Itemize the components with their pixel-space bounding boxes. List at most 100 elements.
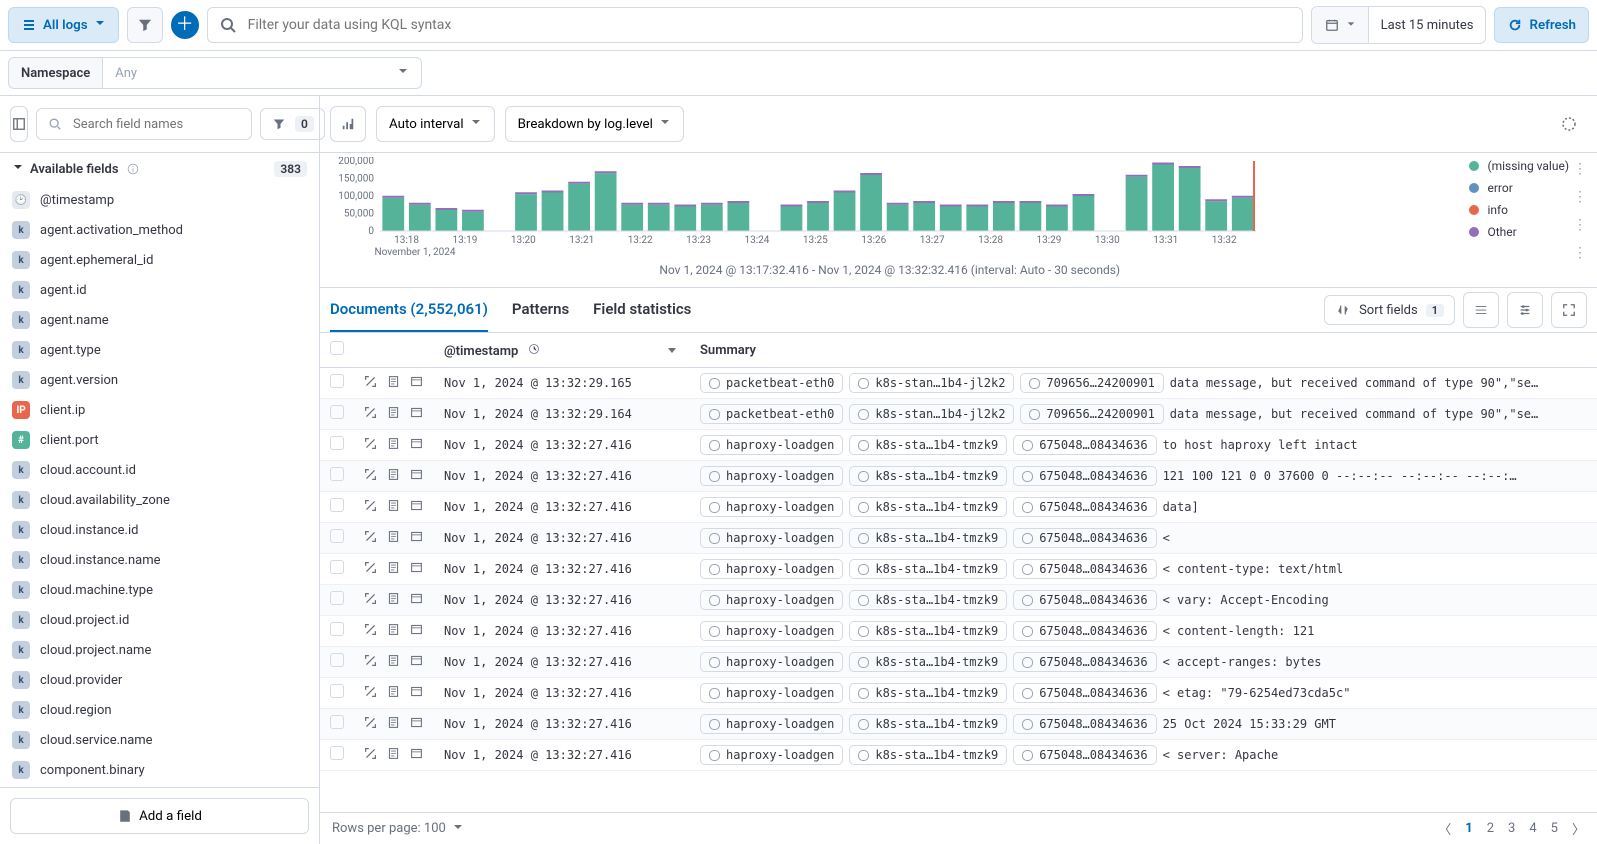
field-item[interactable]: kcloud.account.id bbox=[0, 455, 319, 485]
table-row[interactable]: Nov 1, 2024 @ 13:32:27.416 haproxy-loadg… bbox=[320, 523, 1597, 554]
chip-pod[interactable]: k8s-sta…1b4-tmzk9 bbox=[849, 714, 1007, 734]
chip-pod[interactable]: k8s-sta…1b4-tmzk9 bbox=[849, 652, 1007, 672]
legend-menu-icon[interactable]: ⋮ bbox=[1573, 161, 1587, 177]
expand-icon[interactable] bbox=[364, 499, 377, 516]
available-fields-header[interactable]: Available fields 383 bbox=[0, 153, 319, 185]
row-checkbox[interactable] bbox=[330, 374, 344, 388]
chip-pod[interactable]: k8s-sta…1b4-tmzk9 bbox=[849, 466, 1007, 486]
table-row[interactable]: Nov 1, 2024 @ 13:32:27.416 haproxy-loadg… bbox=[320, 492, 1597, 523]
legend-item[interactable]: error bbox=[1469, 181, 1569, 195]
chip-source[interactable]: haproxy-loadgen bbox=[700, 683, 843, 703]
expand-icon[interactable] bbox=[364, 468, 377, 485]
sort-fields-button[interactable]: Sort fields 1 bbox=[1324, 295, 1455, 325]
histogram-chart[interactable]: 050,000100,000150,000200,00013:1813:1913… bbox=[330, 153, 1449, 279]
legend-item[interactable]: (missing value) bbox=[1469, 159, 1569, 173]
chip-source[interactable]: haproxy-loadgen bbox=[700, 590, 843, 610]
doc-icon[interactable] bbox=[410, 499, 423, 516]
pager-prev[interactable]: 〈 bbox=[1438, 819, 1451, 838]
columns-button[interactable] bbox=[1507, 292, 1543, 328]
chip-id[interactable]: 675048…08434636 bbox=[1013, 497, 1156, 517]
select-all-checkbox[interactable] bbox=[330, 341, 344, 355]
doc-icon[interactable] bbox=[410, 375, 423, 392]
view-doc-icon[interactable] bbox=[387, 437, 400, 454]
pager-page[interactable]: 4 bbox=[1529, 821, 1536, 836]
chip-pod[interactable]: k8s-sta…1b4-tmzk9 bbox=[849, 435, 1007, 455]
field-item[interactable]: kcloud.provider bbox=[0, 665, 319, 695]
filter-button[interactable] bbox=[127, 7, 163, 43]
chip-id[interactable]: 675048…08434636 bbox=[1013, 745, 1156, 765]
field-type-filter[interactable]: 0 bbox=[260, 108, 325, 140]
table-row[interactable]: Nov 1, 2024 @ 13:32:29.165 packetbeat-et… bbox=[320, 368, 1597, 399]
chip-source[interactable]: haproxy-loadgen bbox=[700, 714, 843, 734]
view-doc-icon[interactable] bbox=[387, 468, 400, 485]
table-row[interactable]: Nov 1, 2024 @ 13:32:27.416 haproxy-loadg… bbox=[320, 554, 1597, 585]
row-checkbox[interactable] bbox=[330, 405, 344, 419]
row-checkbox[interactable] bbox=[330, 746, 344, 760]
chip-source[interactable]: packetbeat-eth0 bbox=[700, 373, 843, 393]
expand-icon[interactable] bbox=[364, 375, 377, 392]
dataview-selector[interactable]: All logs bbox=[8, 7, 119, 43]
chip-id[interactable]: 675048…08434636 bbox=[1013, 652, 1156, 672]
toggle-histogram-button[interactable] bbox=[330, 106, 366, 142]
chip-pod[interactable]: k8s-sta…1b4-tmzk9 bbox=[849, 528, 1007, 548]
pager-page[interactable]: 3 bbox=[1508, 821, 1515, 836]
pager-page[interactable]: 5 bbox=[1551, 821, 1558, 836]
tab-documents[interactable]: Documents (2,552,061) bbox=[330, 288, 488, 332]
doc-icon[interactable] bbox=[410, 468, 423, 485]
expand-icon[interactable] bbox=[364, 592, 377, 609]
field-item[interactable]: kagent.type bbox=[0, 335, 319, 365]
doc-icon[interactable] bbox=[410, 530, 423, 547]
table-row[interactable]: Nov 1, 2024 @ 13:32:27.416 haproxy-loadg… bbox=[320, 616, 1597, 647]
query-bar[interactable] bbox=[207, 7, 1303, 43]
field-item[interactable]: kcloud.project.name bbox=[0, 635, 319, 665]
chip-id[interactable]: 675048…08434636 bbox=[1013, 714, 1156, 734]
view-doc-icon[interactable] bbox=[387, 623, 400, 640]
chip-source[interactable]: haproxy-loadgen bbox=[700, 559, 843, 579]
chip-source[interactable]: haproxy-loadgen bbox=[700, 497, 843, 517]
field-item[interactable]: kcloud.machine.type bbox=[0, 575, 319, 605]
tab-field-statistics[interactable]: Field statistics bbox=[593, 288, 691, 332]
chip-source[interactable]: haproxy-loadgen bbox=[700, 745, 843, 765]
table-row[interactable]: Nov 1, 2024 @ 13:32:29.164 packetbeat-et… bbox=[320, 399, 1597, 430]
add-field-button[interactable]: Add a field bbox=[10, 798, 309, 834]
field-item[interactable]: kcloud.project.id bbox=[0, 605, 319, 635]
pager-page[interactable]: 2 bbox=[1487, 821, 1494, 836]
namespace-select[interactable]: Any bbox=[102, 57, 422, 89]
expand-icon[interactable] bbox=[364, 406, 377, 423]
view-doc-icon[interactable] bbox=[387, 747, 400, 764]
field-item[interactable]: kcloud.availability_zone bbox=[0, 485, 319, 515]
field-item[interactable]: kagent.activation_method bbox=[0, 215, 319, 245]
chip-source[interactable]: haproxy-loadgen bbox=[700, 621, 843, 641]
col-timestamp[interactable]: @timestamp bbox=[444, 344, 518, 359]
lens-suggestion-button[interactable] bbox=[1551, 106, 1587, 142]
doc-icon[interactable] bbox=[410, 623, 423, 640]
chip-pod[interactable]: k8s-sta…1b4-tmzk9 bbox=[849, 683, 1007, 703]
chip-id[interactable]: 675048…08434636 bbox=[1013, 590, 1156, 610]
row-checkbox[interactable] bbox=[330, 653, 344, 667]
chip-source[interactable]: haproxy-loadgen bbox=[700, 435, 843, 455]
doc-icon[interactable] bbox=[410, 561, 423, 578]
view-doc-icon[interactable] bbox=[387, 685, 400, 702]
rows-per-page[interactable]: Rows per page: 100 bbox=[332, 821, 464, 837]
col-summary[interactable]: Summary bbox=[690, 333, 1597, 368]
doc-icon[interactable] bbox=[410, 716, 423, 733]
chip-id[interactable]: 675048…08434636 bbox=[1013, 435, 1156, 455]
chip-pod[interactable]: k8s-sta…1b4-tmzk9 bbox=[849, 590, 1007, 610]
chip-id[interactable]: 675048…08434636 bbox=[1013, 528, 1156, 548]
legend-menu-icon[interactable]: ⋮ bbox=[1573, 245, 1587, 261]
time-picker[interactable]: Last 15 minutes bbox=[1311, 6, 1487, 44]
table-row[interactable]: Nov 1, 2024 @ 13:32:27.416 haproxy-loadg… bbox=[320, 709, 1597, 740]
expand-icon[interactable] bbox=[364, 685, 377, 702]
row-checkbox[interactable] bbox=[330, 467, 344, 481]
chip-pod[interactable]: k8s-stan…1b4-jl2k2 bbox=[849, 404, 1014, 424]
chip-source[interactable]: haproxy-loadgen bbox=[700, 652, 843, 672]
row-checkbox[interactable] bbox=[330, 591, 344, 605]
add-filter-button[interactable]: ＋ bbox=[171, 11, 199, 39]
view-doc-icon[interactable] bbox=[387, 716, 400, 733]
view-doc-icon[interactable] bbox=[387, 375, 400, 392]
refresh-button[interactable]: Refresh bbox=[1494, 7, 1589, 43]
field-search[interactable] bbox=[36, 108, 252, 140]
view-doc-icon[interactable] bbox=[387, 561, 400, 578]
chip-pod[interactable]: k8s-stan…1b4-jl2k2 bbox=[849, 373, 1014, 393]
legend-item[interactable]: info bbox=[1469, 203, 1569, 217]
